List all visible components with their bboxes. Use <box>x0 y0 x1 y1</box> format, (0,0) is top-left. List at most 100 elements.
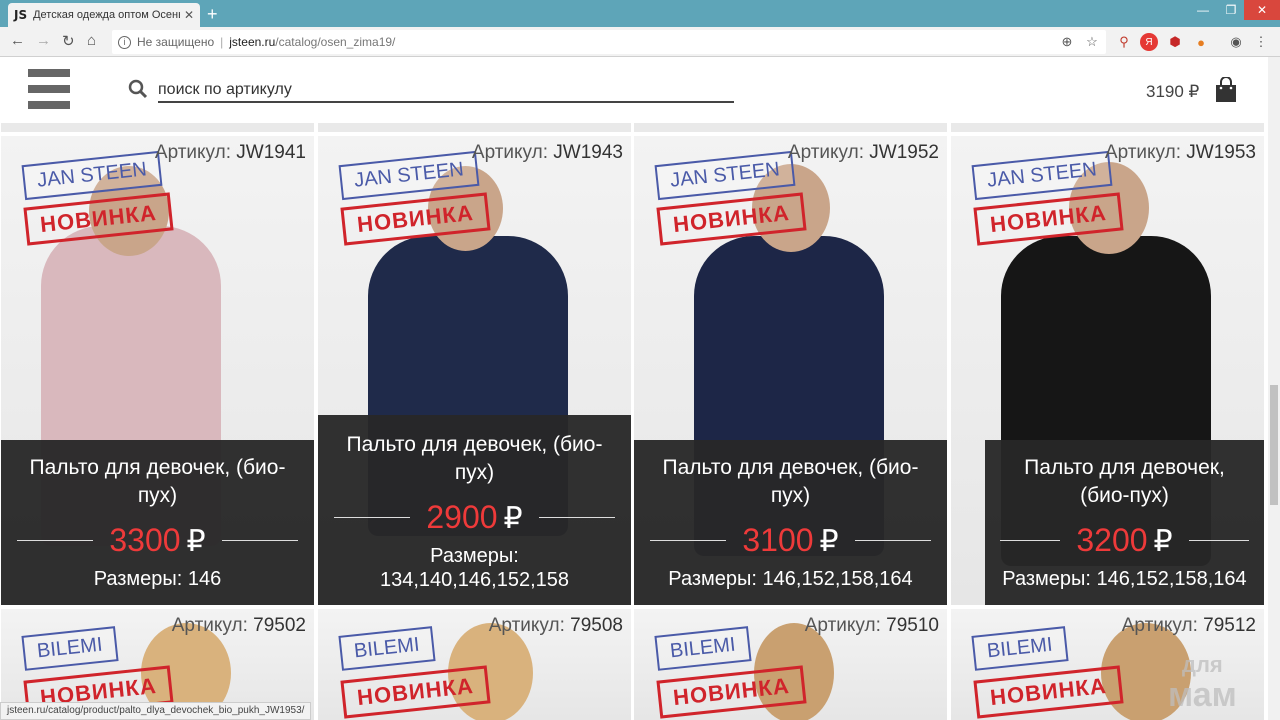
watermark-line-2: мам <box>1168 676 1237 714</box>
security-label: Не защищено <box>137 35 215 49</box>
search-icon[interactable] <box>128 79 148 99</box>
product-card-partial[interactable] <box>1 123 314 132</box>
scrollbar-thumb[interactable] <box>1270 385 1278 505</box>
currency-sign: ₽ <box>186 525 206 558</box>
zoom-icon[interactable]: ⊕ <box>1058 33 1076 51</box>
article-label: Артикул: <box>471 142 549 163</box>
product-sizes: Размеры: 146,152,158,164 <box>634 567 947 591</box>
sizes-label: Размеры: <box>93 568 183 590</box>
minimize-window-icon[interactable]: — <box>1190 0 1216 20</box>
article-search-input[interactable] <box>158 79 734 103</box>
product-card[interactable]: JAN STEEN НОВИНКА Артикул: JW1952 Пальто… <box>634 136 947 605</box>
watermark-logo: для мам <box>1168 650 1237 714</box>
address-bar[interactable]: i Не защищено | jsteen.ru /catalog/osen_… <box>112 30 1106 54</box>
price-value: 3100 <box>742 522 814 558</box>
product-card-partial[interactable] <box>951 123 1264 132</box>
extension-yandex-icon[interactable]: Я <box>1140 33 1158 51</box>
browser-toolbar: ← → ↻ ⌂ i Не защищено | jsteen.ru /catal… <box>0 27 1280 57</box>
product-price: 3100 ₽ <box>742 522 838 559</box>
price-row: 2900 ₽ <box>318 499 631 536</box>
product-card[interactable]: JAN STEEN НОВИНКА Артикул: JW1943 Пальто… <box>318 136 631 605</box>
close-window-icon[interactable]: ✕ <box>1244 0 1280 20</box>
product-info-panel[interactable]: Пальто для девочек, (био-пух) 3100 ₽ Разм… <box>634 440 947 605</box>
account-icon[interactable]: ◉ <box>1227 33 1245 51</box>
article-value: JW1952 <box>869 142 939 163</box>
product-card[interactable]: BILEMI НОВИНКА Артикул: 79510 <box>634 609 947 720</box>
sizes-value: 146,152,158,164 <box>1096 568 1247 590</box>
currency-sign: ₽ <box>819 525 839 558</box>
extension-bike-icon[interactable]: ⚲ <box>1115 33 1133 51</box>
divider-line <box>17 540 94 541</box>
hamburger-line <box>28 85 70 93</box>
article-label: Артикул: <box>1104 142 1182 163</box>
article-number: Артикул: 79512 <box>1122 615 1256 637</box>
divider-line <box>854 540 931 541</box>
article-label: Артикул: <box>488 615 565 636</box>
product-info-panel[interactable]: Пальто для девочек, (био-пух) 3300 ₽ Разм… <box>1 440 314 605</box>
currency-sign: ₽ <box>503 502 523 535</box>
product-info-panel[interactable]: Пальто для девочек, (био-пух) 3200 ₽ Разм… <box>985 440 1264 605</box>
reload-icon[interactable]: ↻ <box>62 32 75 50</box>
product-card-partial[interactable] <box>318 123 631 132</box>
product-card-partial[interactable] <box>634 123 947 132</box>
extension-pdf-icon[interactable]: ⬢ <box>1166 33 1184 51</box>
browser-tab[interactable]: JS Детская одежда оптом Осень-З ✕ <box>8 3 200 27</box>
url-host: jsteen.ru <box>229 35 276 49</box>
product-name[interactable]: Пальто для девочек, (био-пух) <box>634 454 947 510</box>
product-card[interactable]: JAN STEEN НОВИНКА Артикул: JW1953 Пальто… <box>951 136 1264 605</box>
article-value: 79510 <box>886 615 939 636</box>
article-value: 79512 <box>1203 615 1256 636</box>
sizes-label: Размеры: <box>668 568 757 590</box>
tab-title: Детская одежда оптом Осень-З <box>33 9 180 21</box>
product-sizes: Размеры: 146,152,158,164 <box>985 567 1264 591</box>
browser-menu-icon[interactable]: ⋮ <box>1252 33 1270 51</box>
article-value: 79502 <box>253 615 306 636</box>
home-icon[interactable]: ⌂ <box>87 32 96 49</box>
sizes-value: 146 <box>187 568 222 590</box>
shopping-bag-icon[interactable] <box>1214 77 1238 103</box>
close-tab-icon[interactable]: ✕ <box>184 8 194 22</box>
article-value: JW1953 <box>1186 142 1256 163</box>
article-value: JW1941 <box>236 142 306 163</box>
site-header: 3190 ₽ <box>0 57 1268 123</box>
product-name[interactable]: Пальто для девочек, (био-пух) <box>1 454 314 510</box>
article-label: Артикул: <box>787 142 865 163</box>
article-value: JW1943 <box>553 142 623 163</box>
article-number: Артикул: JW1941 <box>155 142 306 164</box>
divider-line <box>221 540 298 541</box>
product-price: 3300 ₽ <box>109 522 205 559</box>
product-card[interactable]: BILEMI НОВИНКА Артикул: 79508 <box>318 609 631 720</box>
product-price: 3200 ₽ <box>1076 522 1172 559</box>
sizes-value: 146,152,158,164 <box>762 568 913 590</box>
page-scrollbar[interactable] <box>1268 57 1280 720</box>
article-number: Артикул: JW1943 <box>472 142 623 164</box>
bookmark-star-icon[interactable]: ☆ <box>1083 33 1101 51</box>
site-favicon-icon: JS <box>14 8 28 22</box>
product-price: 2900 ₽ <box>426 499 522 536</box>
hamburger-menu-icon[interactable] <box>28 69 70 109</box>
back-arrow-icon[interactable]: ← <box>10 32 25 49</box>
cart-total[interactable]: 3190 ₽ <box>1146 82 1199 102</box>
product-card[interactable]: JAN STEEN НОВИНКА Артикул: JW1941 Пальто… <box>1 136 314 605</box>
price-value: 3200 <box>1076 522 1148 558</box>
product-name[interactable]: Пальто для девочек, (био-пух) <box>985 454 1264 510</box>
info-icon[interactable]: i <box>118 35 131 49</box>
price-row: 3100 ₽ <box>634 522 947 559</box>
forward-arrow-icon[interactable]: → <box>36 32 51 49</box>
price-row: 3300 ₽ <box>1 522 314 559</box>
product-grid: JAN STEEN НОВИНКА Артикул: JW1941 Пальто… <box>0 123 1268 720</box>
divider-line <box>1188 540 1249 541</box>
extension-orange-icon[interactable]: ● <box>1192 33 1210 51</box>
browser-tabbar: JS Детская одежда оптом Осень-З ✕ + — ❐ … <box>0 0 1280 27</box>
link-status-bar: jsteen.ru/catalog/product/palto_dlya_dev… <box>0 702 312 720</box>
divider-line <box>650 540 727 541</box>
article-value: 79508 <box>570 615 623 636</box>
divider-line <box>538 517 615 518</box>
product-name[interactable]: Пальто для девочек, (био-пух) <box>318 431 631 487</box>
article-number: Артикул: 79508 <box>489 615 623 637</box>
product-sizes: Размеры: 146 <box>1 567 314 591</box>
product-info-panel[interactable]: Пальто для девочек, (био-пух) 2900 ₽ Разм… <box>318 415 631 605</box>
new-tab-icon[interactable]: + <box>207 4 218 25</box>
price-row: 3200 ₽ <box>985 522 1264 559</box>
maximize-window-icon[interactable]: ❐ <box>1218 0 1244 20</box>
